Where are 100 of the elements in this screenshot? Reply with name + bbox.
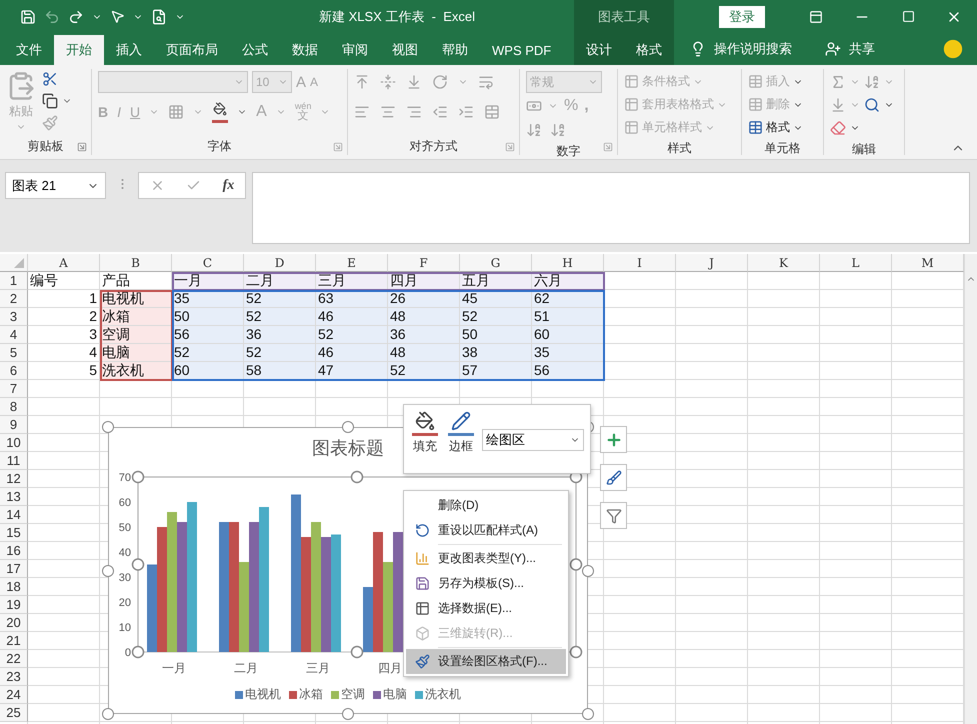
resize-handle[interactable]: [132, 646, 144, 658]
menu-item[interactable]: 重设以匹配样式(A): [406, 518, 566, 543]
ribbon-tab[interactable]: 页面布局: [154, 35, 230, 65]
dialog-launcher-icon[interactable]: [77, 142, 87, 152]
resize-handle[interactable]: [570, 646, 582, 658]
ribbon-tab[interactable]: 格式: [624, 35, 674, 65]
menu-item[interactable]: 删除(D): [406, 493, 566, 518]
formula-input[interactable]: [252, 172, 970, 244]
resize-handle[interactable]: [570, 558, 582, 571]
row-header[interactable]: 2: [0, 290, 28, 308]
row-header[interactable]: 4: [0, 326, 28, 344]
row-header[interactable]: 1: [0, 272, 28, 290]
column-header[interactable]: G: [460, 254, 532, 272]
resize-handle[interactable]: [102, 421, 114, 433]
row-header[interactable]: 12: [0, 470, 28, 488]
format-painter-icon[interactable]: [42, 115, 58, 131]
maximize-icon[interactable]: [902, 10, 914, 23]
chart-elements-button[interactable]: [600, 426, 627, 453]
chart-element-dropdown[interactable]: 绘图区: [482, 429, 584, 451]
row-header[interactable]: 10: [0, 434, 28, 452]
row-header[interactable]: 20: [0, 614, 28, 632]
cells-icon[interactable]: [748, 74, 763, 89]
dialog-launcher-icon[interactable]: [333, 142, 343, 152]
row-header[interactable]: 17: [0, 560, 28, 578]
ribbon-tab[interactable]: 公式: [230, 35, 280, 65]
name-box[interactable]: 图表 21: [5, 172, 106, 199]
row-header[interactable]: 18: [0, 578, 28, 596]
sign-in-button[interactable]: 登录: [719, 6, 765, 28]
column-header[interactable]: L: [820, 254, 892, 272]
sort-icon[interactable]: [864, 74, 880, 90]
ribbon-tab[interactable]: 数据: [280, 35, 330, 65]
row-header[interactable]: 8: [0, 398, 28, 416]
resize-handle[interactable]: [102, 708, 114, 720]
row-header[interactable]: 16: [0, 542, 28, 560]
resize-handle[interactable]: [582, 708, 594, 720]
row-header[interactable]: 13: [0, 488, 28, 506]
share-icon[interactable]: [825, 41, 841, 57]
row-header[interactable]: 25: [0, 704, 28, 722]
resize-handle[interactable]: [132, 470, 144, 484]
decrease-indent-icon[interactable]: [432, 104, 448, 120]
dialog-launcher-icon[interactable]: [603, 142, 613, 152]
cells-command[interactable]: 格式: [766, 119, 790, 136]
ribbon-tab[interactable]: 插入: [104, 35, 154, 65]
row-header[interactable]: 21: [0, 632, 28, 650]
ribbon-tab[interactable]: 审阅: [330, 35, 380, 65]
vertical-scrollbar[interactable]: [964, 254, 977, 724]
column-header[interactable]: F: [388, 254, 460, 272]
insert-function-button[interactable]: fx: [222, 178, 234, 194]
column-header[interactable]: H: [532, 254, 604, 272]
menu-item[interactable]: 设置绘图区格式(F)...: [406, 649, 566, 674]
chart-filters-button[interactable]: [600, 502, 627, 529]
row-header[interactable]: 3: [0, 308, 28, 326]
fill-color-icon[interactable]: [213, 102, 228, 116]
row-header[interactable]: 5: [0, 344, 28, 362]
align-right-icon[interactable]: [406, 104, 422, 120]
bottom-align-icon[interactable]: [406, 74, 422, 90]
row-header[interactable]: 19: [0, 596, 28, 614]
copy-icon[interactable]: [42, 93, 58, 109]
print-preview-icon[interactable]: [151, 8, 167, 24]
column-header[interactable]: M: [892, 254, 964, 272]
resize-handle[interactable]: [132, 558, 144, 571]
column-header[interactable]: K: [748, 254, 820, 272]
chart-styles-button[interactable]: [600, 464, 627, 491]
column-header[interactable]: I: [604, 254, 676, 272]
column-header[interactable]: C: [172, 254, 244, 272]
resize-handle[interactable]: [342, 421, 354, 433]
table-style-icon[interactable]: [624, 120, 639, 135]
column-header[interactable]: D: [244, 254, 316, 272]
tell-me-search[interactable]: 操作说明搜索: [714, 40, 792, 58]
dialog-launcher-icon[interactable]: [505, 142, 515, 152]
share-button[interactable]: 共享: [849, 40, 875, 58]
menu-item[interactable]: 另存为模板(S)...: [406, 571, 566, 596]
save-icon[interactable]: [20, 8, 36, 24]
redo-icon[interactable]: [68, 8, 84, 24]
row-header[interactable]: 7: [0, 380, 28, 398]
row-header[interactable]: 9: [0, 416, 28, 434]
borders-icon[interactable]: [168, 104, 184, 120]
align-center-icon[interactable]: [380, 104, 396, 120]
row-header[interactable]: 6: [0, 362, 28, 380]
pointer-icon[interactable]: [110, 9, 125, 24]
column-header[interactable]: J: [676, 254, 748, 272]
ribbon-tab[interactable]: 视图: [380, 35, 430, 65]
ribbon-tab[interactable]: 开始: [54, 35, 104, 65]
ribbon-display-icon[interactable]: [809, 10, 823, 24]
row-header[interactable]: 11: [0, 452, 28, 470]
table-style-icon[interactable]: [624, 97, 639, 112]
column-header[interactable]: A: [28, 254, 100, 272]
column-header[interactable]: E: [316, 254, 388, 272]
menu-item[interactable]: 更改图表类型(Y)...: [406, 546, 566, 571]
scissors-icon[interactable]: [42, 71, 58, 87]
align-left-icon[interactable]: [354, 104, 370, 120]
menu-item[interactable]: 选择数据(E)...: [406, 596, 566, 621]
merge-icon[interactable]: [484, 104, 500, 120]
row-header[interactable]: 24: [0, 686, 28, 704]
middle-align-icon[interactable]: [380, 74, 396, 90]
table-style-icon[interactable]: [624, 74, 639, 89]
orientation-icon[interactable]: [432, 74, 448, 90]
ribbon-tab[interactable]: 帮助: [430, 35, 480, 65]
ribbon-tab[interactable]: 文件: [4, 35, 54, 65]
undo-icon[interactable]: [44, 8, 60, 24]
